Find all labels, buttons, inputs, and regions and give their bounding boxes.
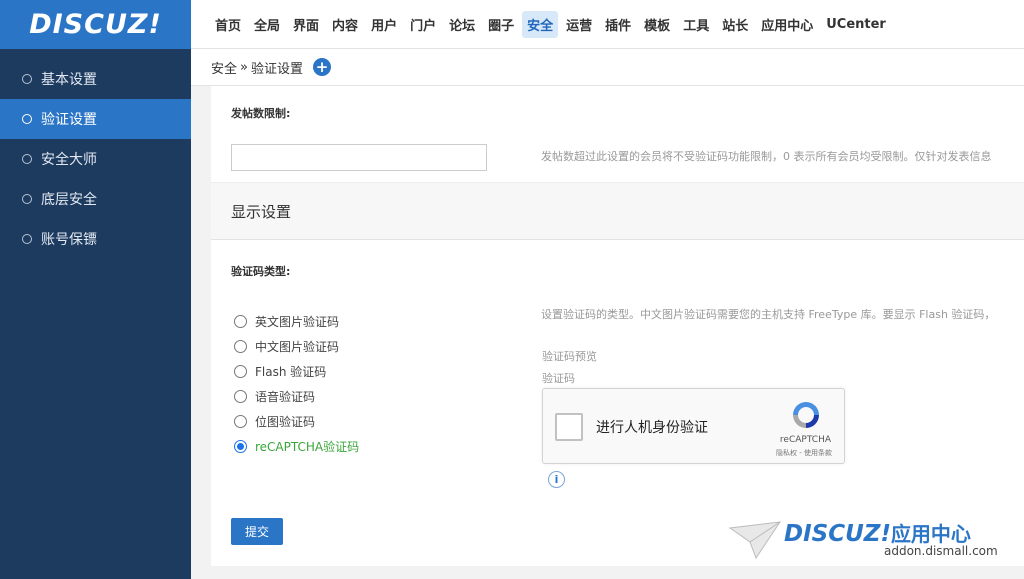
breadcrumb-parent[interactable]: 安全: [211, 58, 237, 77]
captcha-label: 验证码: [542, 372, 575, 385]
watermark-brand-text: DISCUZ!: [784, 521, 891, 547]
radio-button[interactable]: [234, 390, 247, 403]
radio-button[interactable]: [234, 365, 247, 378]
nav-item-tools[interactable]: 工具: [678, 11, 714, 38]
breadcrumb-separator: »: [240, 59, 248, 75]
nav-item-interface[interactable]: 界面: [288, 11, 324, 38]
nav-item-security[interactable]: 安全: [522, 11, 559, 38]
nav-item-forum[interactable]: 论坛: [444, 11, 480, 38]
sidebar-item-low-level-security[interactable]: 底层安全: [0, 179, 191, 219]
breadcrumb-current: 验证设置: [250, 61, 303, 77]
breadcrumb: 安全 » 验证设置 +: [191, 49, 1024, 86]
captcha-type-hint: 设置验证码的类型。中文图片验证码需要您的主机支持 FreeType 库。要显示 …: [541, 308, 996, 321]
info-icon[interactable]: i: [548, 471, 565, 488]
sidebar-item-label: 安全大师: [41, 152, 97, 168]
radio-label: Flash 验证码: [255, 365, 327, 379]
radio-option-flash[interactable]: Flash 验证码: [234, 363, 326, 380]
radio-label: 中文图片验证码: [255, 340, 340, 354]
radio-option-recaptcha[interactable]: reCAPTCHA验证码: [234, 438, 359, 455]
radio-button[interactable]: [234, 340, 247, 353]
sidebar-item-account-guard[interactable]: 账号保镖: [0, 219, 191, 259]
paper-plane-icon: [728, 521, 782, 560]
sidebar-item-security-master[interactable]: 安全大师: [0, 139, 191, 179]
sidebar-item-verification[interactable]: 验证设置: [0, 99, 191, 139]
nav-item-webmaster[interactable]: 站长: [717, 11, 753, 38]
logo-text: DISCUZ!: [29, 9, 162, 40]
nav-item-templates[interactable]: 模板: [639, 11, 675, 38]
radio-label: reCAPTCHA验证码: [255, 440, 360, 454]
circle-icon: [22, 154, 32, 164]
captcha-preview-label: 验证码预览: [542, 350, 597, 363]
watermark: DISCUZ!应用中心 addon.dismall.com: [726, 514, 1024, 564]
logo[interactable]: DISCUZ!: [0, 0, 191, 49]
recaptcha-logo-icon: [793, 402, 819, 428]
post-limit-input[interactable]: [231, 144, 487, 171]
radio-button[interactable]: [234, 440, 247, 453]
radio-label: 语音验证码: [255, 390, 316, 404]
post-limit-label: 发帖数限制:: [231, 107, 291, 120]
captcha-type-label: 验证码类型:: [231, 265, 291, 278]
watermark-brand: DISCUZ!应用中心: [784, 518, 971, 547]
recaptcha-widget: 进行人机身份验证 reCAPTCHA 隐私权 - 使用条款: [542, 388, 845, 464]
watermark-suffix: 应用中心: [890, 522, 971, 546]
circle-icon: [22, 74, 32, 84]
nav-item-operations[interactable]: 运营: [561, 11, 597, 38]
nav-item-plugins[interactable]: 插件: [600, 11, 636, 38]
top-bar: DISCUZ! 首页 全局 界面 内容 用户 门户 论坛 圈子 安全 运营 插件…: [0, 0, 1024, 49]
recaptcha-text: 进行人机身份验证: [596, 420, 708, 436]
radio-button[interactable]: [234, 415, 247, 428]
top-nav: 首页 全局 界面 内容 用户 门户 论坛 圈子 安全 运营 插件 模板 工具 站…: [210, 0, 894, 49]
recaptcha-checkbox[interactable]: [555, 413, 583, 441]
sidebar-item-label: 基本设置: [41, 72, 97, 88]
circle-icon: [22, 114, 32, 124]
recaptcha-links[interactable]: 隐私权 - 使用条款: [776, 448, 832, 458]
nav-item-app-center[interactable]: 应用中心: [756, 11, 818, 38]
radio-option-english-image[interactable]: 英文图片验证码: [234, 313, 339, 330]
circle-icon: [22, 234, 32, 244]
circle-icon: [22, 194, 32, 204]
section-title: 显示设置: [211, 182, 1024, 240]
submit-button[interactable]: 提交: [231, 518, 283, 545]
sidebar-item-label: 账号保镖: [41, 232, 97, 248]
recaptcha-brand: reCAPTCHA: [779, 435, 831, 445]
nav-item-users[interactable]: 用户: [366, 11, 402, 38]
nav-item-content[interactable]: 内容: [327, 11, 363, 38]
watermark-url: addon.dismall.com: [884, 544, 998, 558]
radio-label: 英文图片验证码: [255, 315, 340, 329]
plus-icon[interactable]: +: [313, 58, 331, 76]
radio-button[interactable]: [234, 315, 247, 328]
nav-item-groups[interactable]: 圈子: [483, 11, 519, 38]
sidebar-item-label: 底层安全: [41, 192, 97, 208]
radio-option-audio[interactable]: 语音验证码: [234, 388, 315, 405]
nav-item-home[interactable]: 首页: [210, 11, 246, 38]
radio-option-bitmap[interactable]: 位图验证码: [234, 413, 315, 430]
settings-panel: 发帖数限制: 发帖数超过此设置的会员将不受验证码功能限制，0 表示所有会员均受限…: [211, 86, 1024, 566]
nav-item-global[interactable]: 全局: [249, 11, 285, 38]
nav-item-ucenter[interactable]: UCenter: [821, 13, 891, 36]
post-limit-hint: 发帖数超过此设置的会员将不受验证码功能限制，0 表示所有会员均受限制。仅针对发表…: [541, 150, 992, 163]
nav-item-portal[interactable]: 门户: [405, 11, 441, 38]
sidebar: 基本设置 验证设置 安全大师 底层安全 账号保镖: [0, 49, 191, 579]
sidebar-item-label: 验证设置: [41, 112, 97, 128]
radio-label: 位图验证码: [255, 415, 316, 429]
radio-option-chinese-image[interactable]: 中文图片验证码: [234, 338, 339, 355]
sidebar-item-basic[interactable]: 基本设置: [0, 59, 191, 99]
